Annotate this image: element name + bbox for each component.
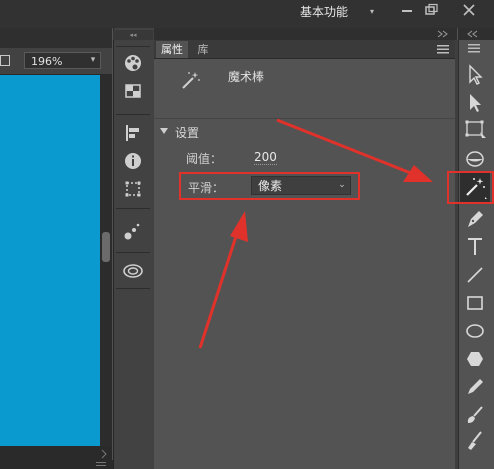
arrow-head-up <box>230 211 248 242</box>
annotation-arrows <box>198 118 433 349</box>
arrow-head-right <box>403 165 433 182</box>
